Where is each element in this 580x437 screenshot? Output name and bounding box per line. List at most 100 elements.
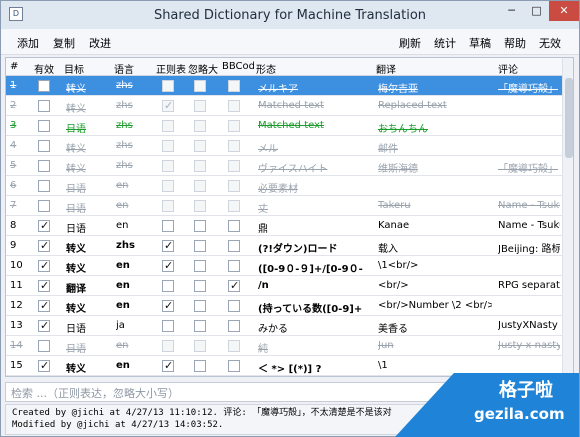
ignore-checkbox[interactable] [194, 280, 206, 292]
regex-checkbox[interactable] [162, 320, 174, 332]
table-row[interactable]: 13 日语 ja みかる 美香る JustyXNasty [6, 316, 566, 336]
bbcode-checkbox[interactable] [228, 200, 240, 212]
header-valid[interactable]: 有效 [34, 61, 62, 76]
table-row[interactable]: 12 转义 en (持っている数([0-9]+ <br/>Number \2 <br/> [6, 296, 566, 316]
ignore-checkbox[interactable] [194, 240, 206, 252]
table-row[interactable]: 11 翻译 en/n <br/> RPG separator [6, 276, 566, 296]
draft-menu[interactable]: 草稿 [469, 35, 491, 51]
bbcode-checkbox[interactable] [228, 120, 240, 132]
valid-checkbox[interactable] [38, 359, 50, 372]
valid-checkbox[interactable] [38, 120, 50, 132]
add-menu[interactable]: 添加 [17, 35, 39, 51]
table-row[interactable]: 2 转义 zhs Matched text Replaced text [6, 96, 566, 116]
ignore-checkbox[interactable] [194, 160, 206, 172]
header-translation[interactable]: 翻译 [376, 61, 486, 76]
cell-translation: Takeru [378, 200, 411, 211]
ignore-checkbox[interactable] [194, 220, 206, 232]
regex-checkbox[interactable] [162, 120, 174, 132]
header-ignore-case[interactable]: 忽略大 [188, 61, 220, 76]
bbcode-checkbox[interactable] [228, 140, 240, 152]
regex-checkbox[interactable] [162, 239, 174, 252]
table-row[interactable]: 10 转义 en ([0-9０-９]+/[0-9０- \1<br/> [6, 256, 566, 276]
bbcode-checkbox[interactable] [228, 80, 240, 92]
valid-checkbox[interactable] [38, 239, 50, 252]
ignore-checkbox[interactable] [194, 80, 206, 92]
header-bbcode[interactable]: BBCod [222, 61, 254, 72]
minimize-button[interactable]: ─ [499, 1, 524, 21]
ignore-checkbox[interactable] [194, 360, 206, 372]
bbcode-checkbox[interactable] [228, 360, 240, 372]
regex-checkbox[interactable] [162, 140, 174, 152]
regex-checkbox[interactable] [162, 280, 174, 292]
table-row[interactable]: 7 日语 en 丈 Takeru Name - Tsukum [6, 196, 566, 216]
valid-checkbox[interactable] [38, 219, 50, 232]
refresh-menu[interactable]: 刷新 [399, 35, 421, 51]
table-row[interactable]: 9 转义 zhs (?!ダウン)ロード 载入 JBeijing: 路标 [6, 236, 566, 256]
bbcode-checkbox[interactable] [228, 320, 240, 332]
copy-menu[interactable]: 复制 [53, 35, 75, 51]
table-row[interactable]: 3 日语 zhs Matched text おちんちん [6, 116, 566, 136]
regex-checkbox[interactable] [162, 359, 174, 372]
table-row[interactable]: 5 转义 zhs ヴァイスハイト 维斯海德 「魔導巧殻」 [6, 156, 566, 176]
bbcode-checkbox[interactable] [228, 240, 240, 252]
valid-checkbox[interactable] [38, 279, 50, 292]
ignore-checkbox[interactable] [194, 320, 206, 332]
ignore-checkbox[interactable] [194, 180, 206, 192]
bbcode-checkbox[interactable] [228, 180, 240, 192]
ignore-checkbox[interactable] [194, 200, 206, 212]
dictionary-table[interactable]: # 有效 目标 语言 正则表 忽略大 BBCod 形态 翻译 评论 1 转义 zhs… [5, 57, 574, 377]
table-row[interactable]: 14 日语 en 純 Jun Justy x nasty [6, 336, 566, 356]
stats-menu[interactable]: 统计 [434, 35, 456, 51]
ignore-checkbox[interactable] [194, 260, 206, 272]
header-target[interactable]: 目标 [64, 61, 108, 76]
valid-checkbox[interactable] [38, 180, 50, 192]
vertical-scrollbar[interactable] [562, 58, 573, 376]
valid-checkbox[interactable] [38, 340, 50, 352]
table-row[interactable]: 6 日语 en 必要素材 [6, 176, 566, 196]
disable-menu[interactable]: 无效 [539, 35, 561, 51]
improve-menu[interactable]: 改进 [89, 35, 111, 51]
close-button[interactable]: ✕ [549, 1, 579, 21]
ignore-checkbox[interactable] [194, 140, 206, 152]
help-menu[interactable]: 帮助 [504, 35, 526, 51]
bbcode-checkbox[interactable] [228, 279, 240, 292]
regex-checkbox[interactable] [162, 80, 174, 92]
ignore-checkbox[interactable] [194, 100, 206, 112]
maximize-button[interactable]: □ [524, 1, 549, 21]
valid-checkbox[interactable] [38, 140, 50, 152]
bbcode-checkbox[interactable] [228, 300, 240, 312]
regex-checkbox[interactable] [162, 180, 174, 192]
regex-checkbox[interactable] [162, 259, 174, 272]
ignore-checkbox[interactable] [194, 340, 206, 352]
header-index[interactable]: # [10, 61, 30, 72]
header-language[interactable]: 语言 [114, 61, 152, 76]
regex-checkbox[interactable] [162, 99, 174, 112]
bbcode-checkbox[interactable] [228, 340, 240, 352]
header-comment[interactable]: 评论 [498, 61, 558, 76]
valid-checkbox[interactable] [38, 259, 50, 272]
regex-checkbox[interactable] [162, 220, 174, 232]
table-row[interactable]: 1 转义 zhs メルキア 梅尔吉亚 「魔導巧殻」 [6, 76, 566, 96]
bbcode-checkbox[interactable] [228, 160, 240, 172]
table-row[interactable]: 4 转义 zhs メル 邮件 [6, 136, 566, 156]
ignore-checkbox[interactable] [194, 120, 206, 132]
valid-checkbox[interactable] [38, 160, 50, 172]
bbcode-checkbox[interactable] [228, 220, 240, 232]
regex-checkbox[interactable] [162, 200, 174, 212]
valid-checkbox[interactable] [38, 319, 50, 332]
header-form[interactable]: 形态 [256, 61, 366, 76]
header-regex[interactable]: 正则表 [156, 61, 188, 76]
valid-checkbox[interactable] [38, 299, 50, 312]
valid-checkbox[interactable] [38, 200, 50, 212]
table-row[interactable]: 8 日语 en 鼎 Kanae Name - Tsukum [6, 216, 566, 236]
bbcode-checkbox[interactable] [228, 100, 240, 112]
regex-checkbox[interactable] [162, 340, 174, 352]
regex-checkbox[interactable] [162, 299, 174, 312]
ignore-checkbox[interactable] [194, 300, 206, 312]
valid-checkbox[interactable] [38, 80, 50, 92]
valid-checkbox[interactable] [38, 100, 50, 112]
regex-checkbox[interactable] [162, 160, 174, 172]
scrollbar-thumb[interactable] [565, 78, 573, 158]
bbcode-checkbox[interactable] [228, 260, 240, 272]
cell-translation: Jun [378, 340, 394, 351]
